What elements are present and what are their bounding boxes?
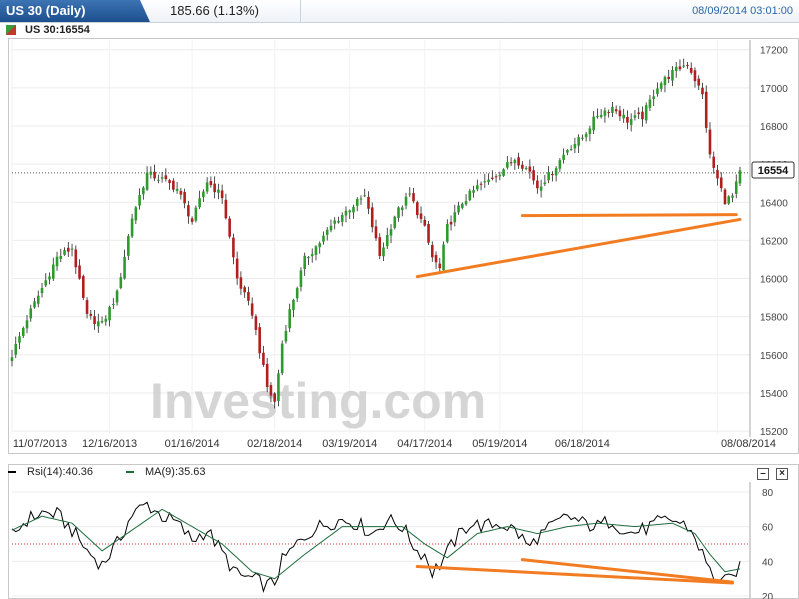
rsi-chart[interactable]: 20 40 60 80 [0,0,799,599]
rsi-tick-label: 40 [762,557,774,568]
rsi-trendlines [415,558,734,585]
rsi-tick-label: 20 [762,592,774,599]
rsi-trendline [415,565,734,585]
rsi-tick-label: 80 [762,488,774,499]
rsi-grid [12,482,751,598]
rsi-y-axis: 20 40 60 80 [762,488,774,599]
rsi-tick-label: 60 [762,523,774,534]
